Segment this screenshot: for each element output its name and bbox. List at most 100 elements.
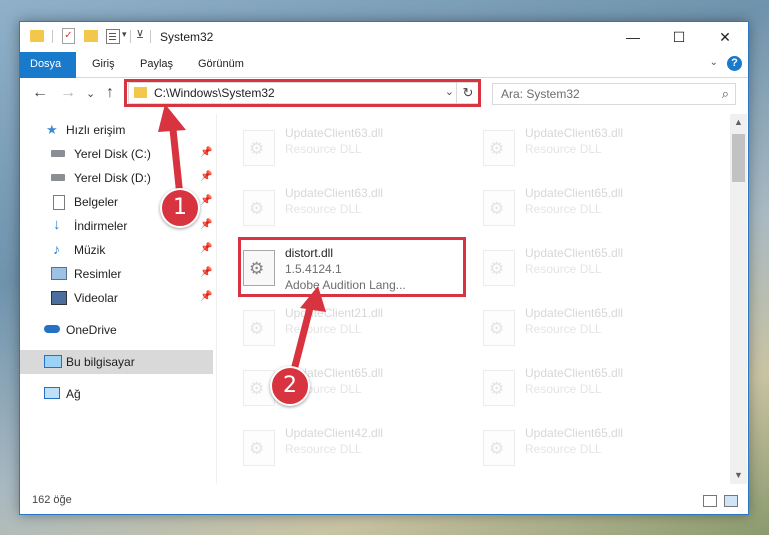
tab-home[interactable]: Giriş [82,52,125,77]
list-item[interactable]: UpdateClient65.dll Resource DLL [477,302,707,354]
details-view-icon[interactable] [703,495,717,507]
scroll-up-icon[interactable]: ▲ [730,114,747,131]
step-1-badge: 1 [160,188,200,228]
maximize-button[interactable]: ☐ [656,22,702,52]
toolbar-separator [52,30,53,43]
sidebar-item-pictures[interactable]: Resimler 📌 [20,262,213,286]
ribbon-tabs: Dosya Giriş Paylaş Görünüm ⌄ ? [20,52,748,104]
list-item[interactable]: UpdateClient65.dll Resource DLL [477,422,707,474]
file-type: Resource DLL [525,442,602,456]
sidebar-item-label: İndirmeler [74,219,128,233]
tab-view[interactable]: Görünüm [188,52,254,77]
list-item[interactable]: UpdateClient63.dll Resource DLL [237,182,467,234]
dll-file-icon [483,130,515,166]
list-item[interactable]: UpdateClient65.dll Resource DLL [477,242,707,294]
ribbon-expand-icon[interactable]: ⌄ [710,57,718,68]
sidebar-item-label: Resimler [74,267,122,281]
file-list: UpdateClient63.dll Resource DLL UpdateCl… [217,114,729,484]
file-name: UpdateClient65.dll [525,366,624,380]
pin-icon[interactable]: 📌 [200,171,212,182]
file-name: UpdateClient42.dll [285,426,384,440]
pin-icon[interactable]: 📌 [200,267,212,278]
file-name: UpdateClient65.dll [525,186,624,200]
sidebar-item-network[interactable]: Ağ [20,382,213,406]
properties-icon[interactable] [106,29,120,44]
sidebar-item-this-pc[interactable]: Bu bilgisayar [20,350,213,374]
close-button[interactable]: ✕ [702,22,748,52]
navigation-pane: ★ Hızlı erişim Yerel Disk (C:) 📌 Yerel D… [20,114,213,484]
window-title: System32 [160,30,214,44]
customize-toolbar-icon[interactable]: ⊻ [136,28,144,41]
file-type: Resource DLL [525,322,602,336]
list-item[interactable]: UpdateClient65.dll Resource DLL [477,182,707,234]
dll-file-icon [483,190,515,226]
star-icon: ★ [46,122,58,137]
sidebar-item-label: Yerel Disk (C:) [74,147,151,161]
dll-file-icon [483,370,515,406]
search-icon[interactable]: ⌕ [722,86,729,102]
pin-icon[interactable]: 📌 [200,243,212,254]
music-icon: ♪ [53,241,60,257]
sidebar-item-onedrive[interactable]: OneDrive [20,318,213,342]
sidebar-item-label: Müzik [74,243,106,257]
scroll-thumb[interactable] [732,134,745,182]
dll-file-icon [243,430,275,466]
pictures-icon [51,267,67,280]
list-item[interactable]: UpdateClient63.dll Resource DLL [477,122,707,174]
pin-icon[interactable]: 📌 [200,147,212,158]
sidebar-item-label: Yerel Disk (D:) [74,171,151,185]
help-icon[interactable]: ? [727,56,742,71]
dll-file-icon [243,130,275,166]
tab-share[interactable]: Paylaş [130,52,183,77]
computer-icon [44,355,62,368]
large-icons-view-icon[interactable] [724,495,738,507]
sidebar-item-videos[interactable]: Videolar 📌 [20,286,213,310]
new-folder-icon[interactable] [84,30,98,42]
sidebar-item-c-drive[interactable]: Yerel Disk (C:) 📌 [20,142,213,166]
documents-icon [53,195,65,210]
file-type: Resource DLL [525,142,602,156]
up-button[interactable]: ↑ [106,84,114,102]
file-name: UpdateClient63.dll [285,126,384,140]
scroll-down-icon[interactable]: ▼ [730,467,747,484]
sidebar-item-label: Hızlı erişim [66,123,126,137]
videos-icon [51,291,67,305]
file-type: Resource DLL [525,202,602,216]
list-item[interactable]: UpdateClient42.dll Resource DLL [237,422,467,474]
list-item[interactable]: UpdateClient21.dll Resource DLL [237,302,467,354]
status-bar: 162 öğe [20,488,748,514]
file-name: UpdateClient63.dll [285,186,384,200]
properties-check-icon[interactable]: ✓ [62,28,75,44]
file-type: Resource DLL [285,322,362,336]
search-input[interactable]: Ara: System32 ⌕ [492,83,736,105]
pin-icon[interactable]: 📌 [200,291,212,302]
back-button[interactable]: ← [32,84,48,102]
pin-icon[interactable]: 📌 [200,195,212,206]
title-bar: ✓ ▾ ⊻ System32 — ☐ ✕ [20,22,748,52]
list-item[interactable]: UpdateClient63.dll Resource DLL [237,122,467,174]
file-name: UpdateClient63.dll [525,126,624,140]
sidebar-item-quick-access[interactable]: ★ Hızlı erişim [20,118,213,142]
step-2-badge: 2 [270,366,310,406]
dll-file-icon [243,310,275,346]
sidebar-item-music[interactable]: ♪ Müzik 📌 [20,238,213,262]
file-type: Resource DLL [525,382,602,396]
file-name: UpdateClient65.dll [525,426,624,440]
recent-locations-button[interactable]: ⌄ [86,87,95,100]
chevron-down-icon[interactable]: ▾ [122,29,127,40]
dll-file-icon [483,430,515,466]
sidebar-item-label: Ağ [66,387,81,401]
list-item[interactable]: UpdateClient65.dll Resource DLL [477,362,707,414]
vertical-scrollbar[interactable]: ▲ ▼ [730,114,747,484]
forward-button[interactable]: → [60,84,76,102]
sidebar-item-d-drive[interactable]: Yerel Disk (D:) 📌 [20,166,213,190]
toolbar-separator [130,30,131,43]
sidebar-item-label: Belgeler [74,195,119,209]
file-type: Resource DLL [285,202,362,216]
pin-icon[interactable]: 📌 [200,219,212,230]
search-placeholder: Ara: System32 [501,87,580,101]
file-type: Resource DLL [285,442,362,456]
minimize-button[interactable]: — [610,22,656,52]
item-count: 162 öğe [32,494,72,506]
file-name: UpdateClient21.dll [285,306,384,320]
